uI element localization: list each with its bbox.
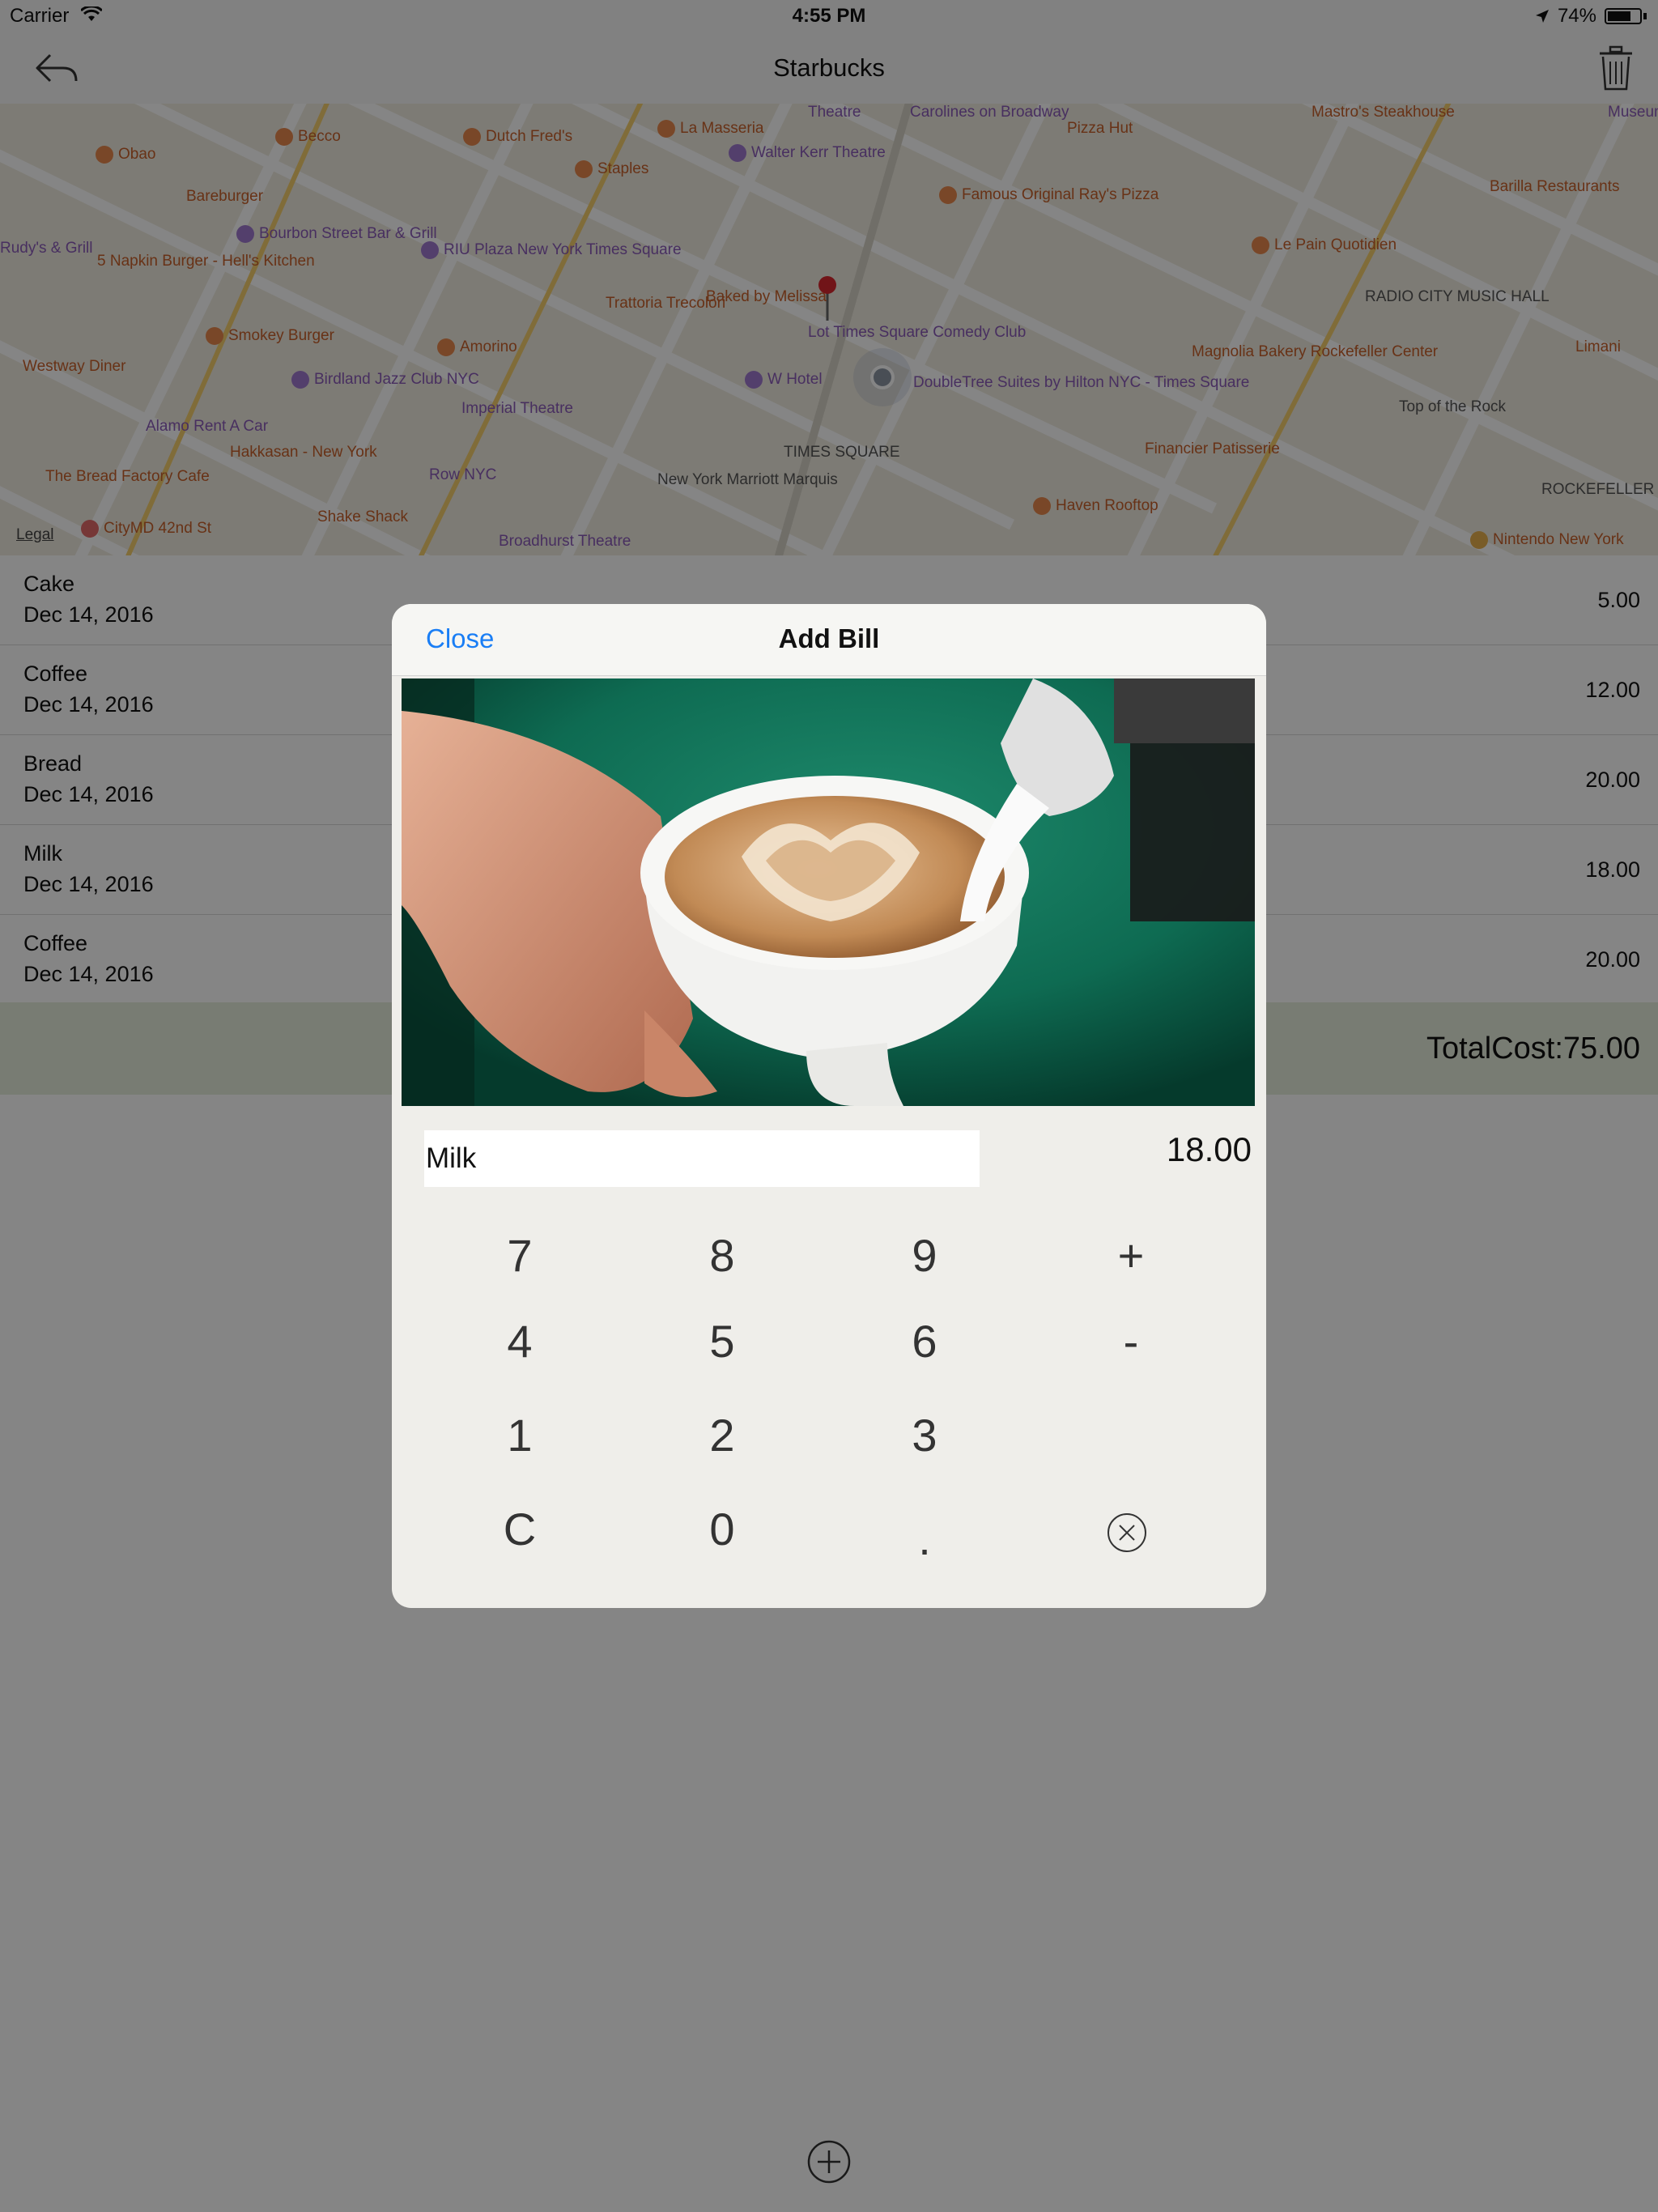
key-3[interactable]: 3 — [844, 1399, 1005, 1472]
key-1[interactable]: 1 — [439, 1399, 601, 1472]
key-0[interactable]: 0 — [641, 1493, 803, 1566]
key-clear[interactable]: C — [439, 1493, 601, 1566]
delete-icon — [1107, 1513, 1146, 1553]
dialog-header: Close Add Bill — [392, 604, 1266, 676]
amount-display: 18.00 — [1166, 1130, 1252, 1168]
dialog-title: Add Bill — [778, 623, 880, 653]
key-delete[interactable] — [1046, 1493, 1208, 1566]
key-9[interactable]: 9 — [844, 1219, 1005, 1292]
key-2[interactable]: 2 — [641, 1399, 803, 1472]
key-decimal[interactable]: . — [844, 1503, 1005, 1576]
key-4[interactable]: 4 — [439, 1305, 601, 1378]
key-5[interactable]: 5 — [641, 1305, 803, 1378]
key-minus[interactable]: - — [1050, 1305, 1212, 1378]
key-7[interactable]: 7 — [439, 1219, 601, 1292]
bill-name-field[interactable] — [424, 1130, 980, 1187]
latte-photo — [402, 678, 1255, 1106]
key-8[interactable]: 8 — [641, 1219, 803, 1292]
key-plus[interactable]: + — [1050, 1219, 1212, 1292]
latte-image-icon — [402, 678, 1255, 1106]
key-6[interactable]: 6 — [844, 1305, 1005, 1378]
add-bill-dialog: Close Add Bill Milk 18.00 7 8 9 + 4 5 6 … — [392, 604, 1266, 1608]
